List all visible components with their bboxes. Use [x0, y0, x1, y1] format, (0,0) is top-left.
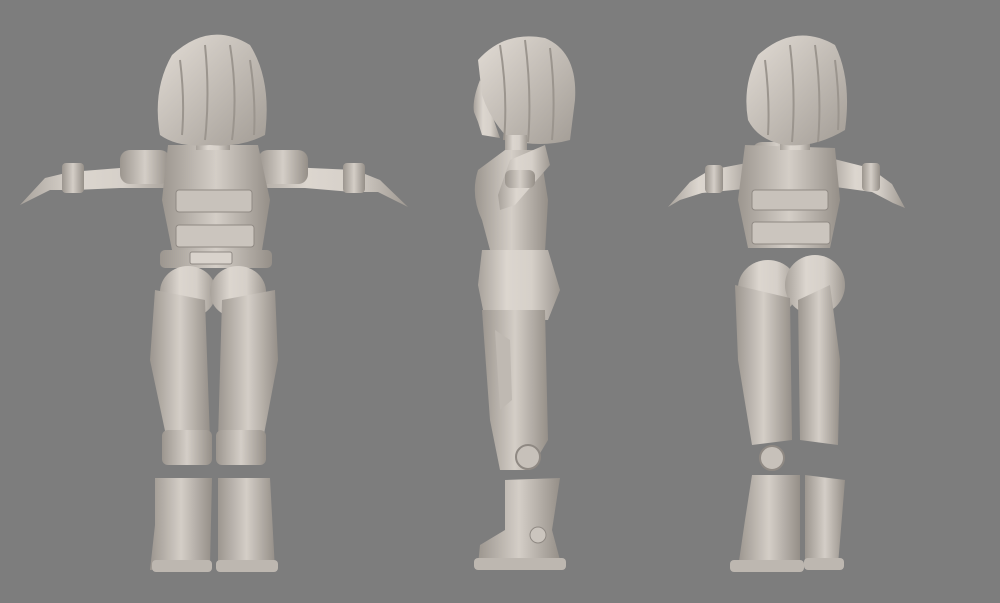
side-view-figure — [473, 36, 576, 570]
back-view-figure — [20, 34, 408, 572]
sculpt-render — [20, 34, 905, 572]
sculpt-viewport — [0, 0, 1000, 603]
three-quarter-back-view-figure — [668, 35, 905, 572]
